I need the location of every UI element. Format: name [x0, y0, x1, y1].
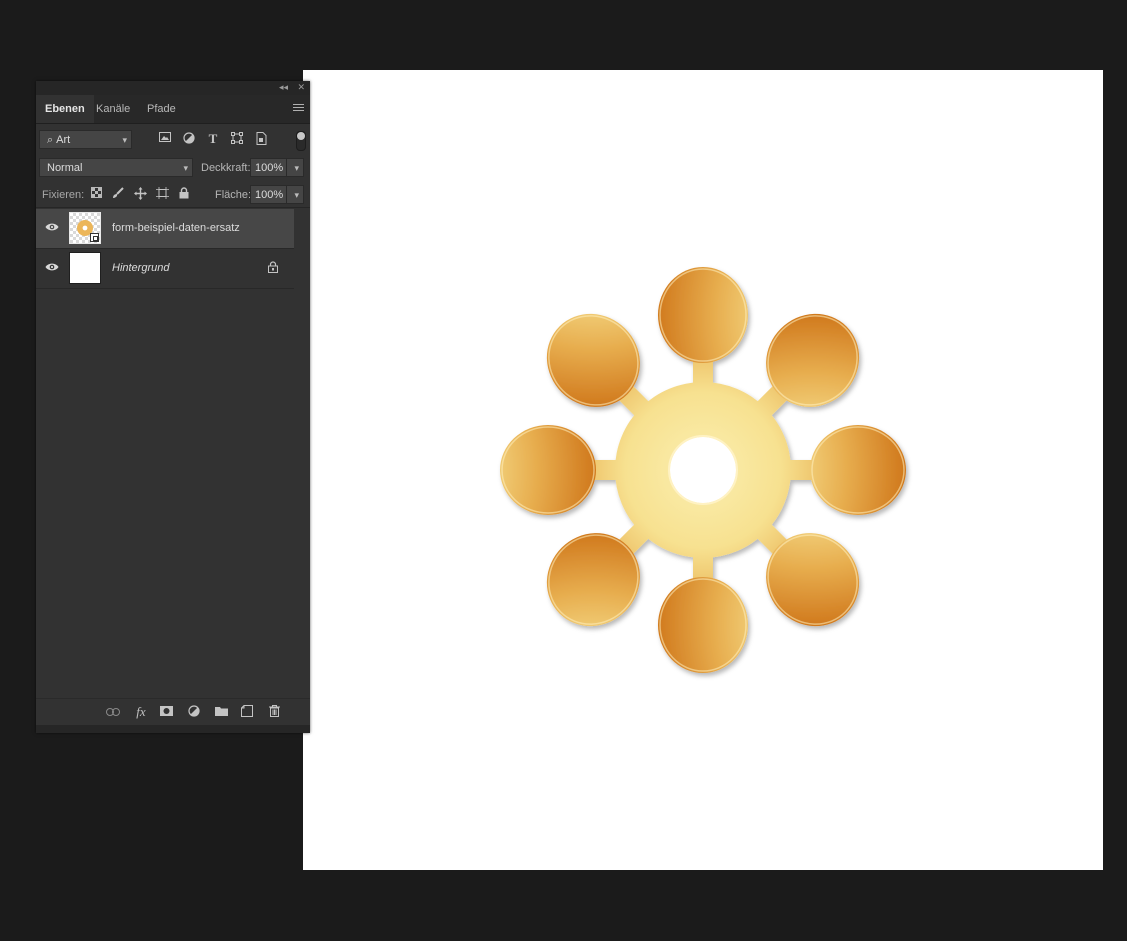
- smart-object-filter-icon[interactable]: [253, 132, 269, 146]
- fill-input[interactable]: 100% ▾: [250, 185, 304, 204]
- search-icon: ⌕: [47, 134, 54, 146]
- layer-thumbnail-background[interactable]: [69, 252, 101, 284]
- fx-icon[interactable]: fx: [133, 705, 149, 719]
- adjustment-layer-icon[interactable]: [186, 705, 202, 719]
- flower-petal: [658, 577, 748, 673]
- lock-artboard-icon[interactable]: [155, 187, 169, 201]
- blend-mode-dropdown[interactable]: Normal ▾: [39, 158, 193, 177]
- panel-resize-footer[interactable]: [36, 725, 310, 733]
- lock-pixels-brush-icon[interactable]: [111, 187, 125, 201]
- new-layer-icon[interactable]: [239, 705, 255, 719]
- tab-pfade[interactable]: Pfade: [138, 95, 185, 123]
- eye-visibility-icon[interactable]: [45, 222, 59, 232]
- filter-kind-dropdown[interactable]: ⌕ Art ▾: [39, 130, 132, 149]
- type-filter-icon[interactable]: T: [205, 132, 221, 146]
- lock-position-move-icon[interactable]: [133, 187, 147, 201]
- layer-name[interactable]: form-beispiel-daten-ersatz: [112, 222, 240, 234]
- link-icon[interactable]: [105, 705, 121, 719]
- flower-petal: [500, 425, 596, 515]
- chevron-down-icon[interactable]: ▾: [294, 159, 299, 178]
- lock-transparency-icon[interactable]: [89, 187, 103, 201]
- layer-lock-icon[interactable]: [268, 261, 278, 273]
- adjustment-filter-icon[interactable]: [181, 132, 197, 146]
- layers-list: form-beispiel-daten-ersatz Hintergrund: [36, 209, 294, 289]
- trash-icon[interactable]: [266, 705, 282, 719]
- opacity-label: Deckkraft:: [201, 162, 251, 174]
- opacity-value: 100%: [255, 162, 284, 174]
- filter-kind-value: Art: [56, 134, 71, 146]
- layer-row-form-beispiel[interactable]: form-beispiel-daten-ersatz: [36, 209, 294, 249]
- close-panel-icon[interactable]: ✕: [297, 82, 305, 93]
- group-folder-icon[interactable]: [213, 705, 229, 719]
- blend-mode-value: Normal: [47, 162, 83, 174]
- layer-thumbnail-smart-object[interactable]: [69, 212, 101, 244]
- filter-toggle-switch[interactable]: [296, 131, 306, 151]
- layer-row-hintergrund[interactable]: Hintergrund: [36, 249, 294, 289]
- shape-filter-icon[interactable]: [229, 132, 245, 146]
- fill-label: Fläche:: [215, 189, 252, 201]
- document-canvas[interactable]: [303, 70, 1103, 870]
- layers-panel: ◂◂ ✕ Ebenen Kanäle Pfade ⌕ Art ▾ T Normal: [36, 81, 310, 733]
- eye-visibility-icon[interactable]: [45, 262, 59, 272]
- blend-row: Normal ▾ Deckkraft: 100% ▾: [36, 153, 310, 180]
- tab-kanaele[interactable]: Kanäle: [87, 95, 139, 123]
- fill-value: 100%: [255, 189, 284, 201]
- chevron-down-icon[interactable]: ▾: [294, 186, 299, 205]
- panel-title-bar[interactable]: ◂◂ ✕: [36, 81, 310, 95]
- lock-row: Fixieren: Fläche: 100% ▾: [36, 180, 310, 208]
- lock-label: Fixieren:: [42, 189, 85, 201]
- filter-row: ⌕ Art ▾ T: [36, 124, 310, 153]
- tab-ebenen[interactable]: Ebenen: [36, 95, 94, 123]
- layer-name[interactable]: Hintergrund: [112, 262, 169, 274]
- layers-bottom-toolbar: fx: [36, 698, 310, 725]
- panel-menu-icon[interactable]: [293, 104, 304, 113]
- chevron-down-icon: ▾: [183, 163, 188, 173]
- panel-tabs: Ebenen Kanäle Pfade: [36, 95, 310, 124]
- chevron-down-icon: ▾: [122, 135, 127, 145]
- flower-petal: [658, 267, 748, 363]
- collapse-panel-icon[interactable]: ◂◂: [279, 82, 288, 93]
- flower-shape: [500, 267, 906, 673]
- mask-icon[interactable]: [158, 705, 174, 719]
- lock-all-icon[interactable]: [177, 187, 191, 201]
- opacity-input[interactable]: 100% ▾: [250, 158, 304, 177]
- image-filter-icon[interactable]: [157, 132, 173, 146]
- flower-petal: [810, 425, 906, 515]
- smart-object-badge-icon: [90, 233, 99, 242]
